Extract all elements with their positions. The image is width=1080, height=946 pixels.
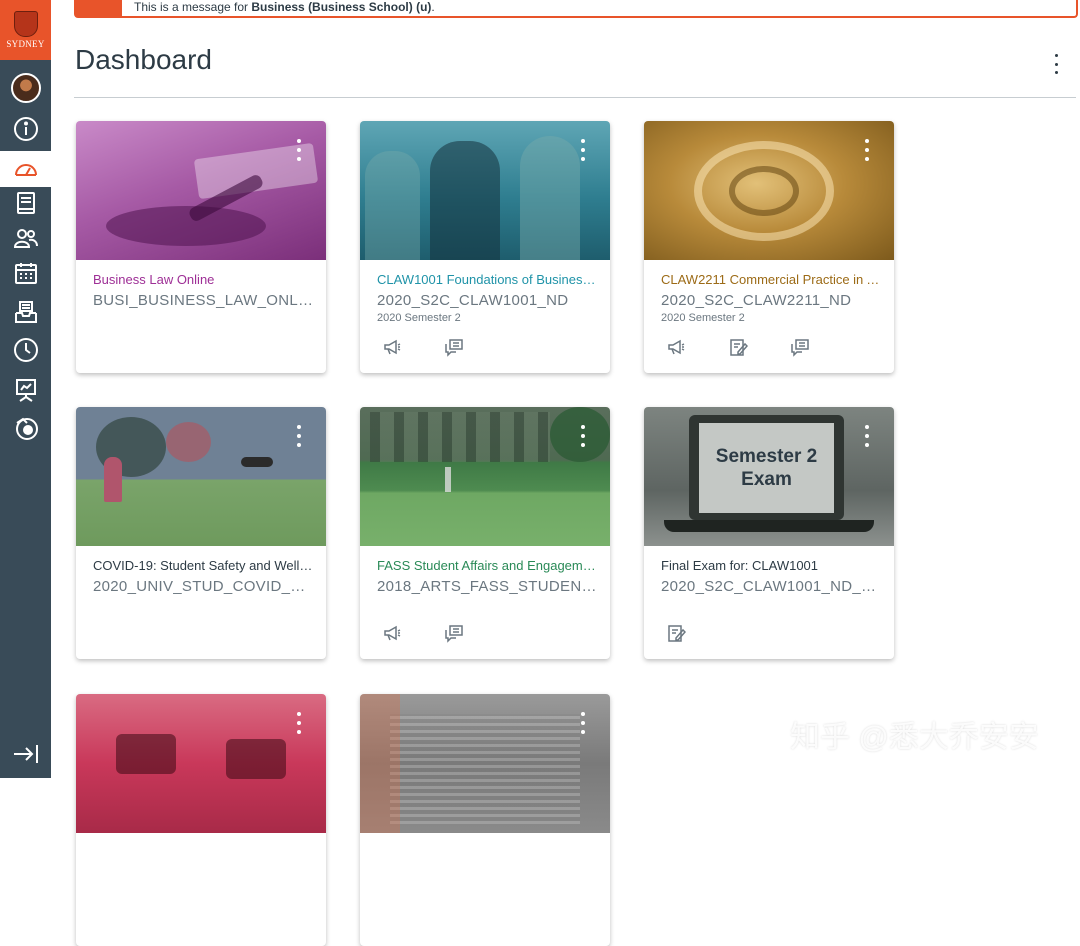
assignment-icon[interactable] [728, 337, 749, 357]
course-card[interactable] [76, 694, 326, 946]
banner-message-prefix: This is a message for [134, 0, 252, 14]
course-code: 2020_S2C_CLAW1001_ND [377, 292, 569, 309]
page-title: Dashboard [75, 44, 212, 75]
book-icon [16, 192, 35, 214]
logo-text: SYDNEY [6, 39, 45, 49]
course-card[interactable] [360, 694, 610, 946]
exam-screen: Semester 2 Exam [699, 423, 834, 513]
course-card-actions [666, 623, 728, 643]
course-term: 2020 Semester 2 [377, 312, 461, 324]
help-icon [15, 417, 38, 440]
course-card[interactable]: Business Law Online BUSI_BUSINESS_LAW_ON… [76, 121, 326, 373]
nav-dashboard[interactable] [0, 151, 51, 187]
announcement-icon[interactable] [382, 337, 402, 357]
banner-message-account: Business (Business School) (u) [251, 0, 432, 14]
course-code: 2020_S2C_CLAW1001_ND_FINAL [661, 578, 881, 595]
nav-admin[interactable] [0, 111, 51, 147]
course-card-image[interactable]: Semester 2 Exam [644, 407, 894, 546]
course-card-menu-button[interactable] [580, 139, 586, 161]
course-title-link[interactable]: Final Exam for: CLAW1001 [661, 558, 881, 573]
course-code: 2018_ARTS_FASS_STUDENT_AFFAIRS [377, 578, 597, 595]
course-code: 2020_UNIV_STUD_COVID_SAFETY [93, 578, 313, 595]
banner-message: This is a message for Business (Business… [134, 0, 435, 14]
course-title-link[interactable]: CLAW1001 Foundations of Business Law [377, 272, 597, 287]
discussion-icon[interactable] [790, 337, 810, 357]
dashboard-icon [14, 164, 37, 176]
banner-message-suffix: . [431, 0, 435, 14]
inbox-icon [14, 301, 37, 323]
course-card-image[interactable] [360, 407, 610, 546]
course-card-image[interactable] [76, 694, 326, 833]
collapse-arrow-icon [14, 745, 38, 763]
info-icon [13, 117, 38, 141]
course-card[interactable]: CLAW1001 Foundations of Business Law 202… [360, 121, 610, 373]
watermark: 知乎 @悉大乔安安 [790, 721, 1039, 754]
nav-inbox[interactable] [0, 294, 51, 330]
nav-courses[interactable] [0, 185, 51, 221]
presentation-icon [15, 379, 36, 402]
nav-calendar[interactable] [0, 255, 51, 291]
course-card-menu-button[interactable] [864, 425, 870, 447]
course-card[interactable]: CLAW2211 Commercial Practice in Australi… [644, 121, 894, 373]
global-announcement-banner: This is a message for Business (Business… [74, 0, 1078, 18]
banner-accent [76, 0, 122, 16]
course-card-menu-button[interactable] [296, 139, 302, 161]
course-card-menu-button[interactable] [580, 425, 586, 447]
nav-account[interactable] [0, 70, 51, 106]
assignment-icon[interactable] [666, 623, 687, 643]
course-title-link[interactable]: COVID-19: Student Safety and Wellbeing [93, 558, 313, 573]
course-card-menu-button[interactable] [296, 425, 302, 447]
course-card-actions [666, 337, 852, 357]
university-logo[interactable]: SYDNEY [0, 0, 51, 60]
course-code: 2020_S2C_CLAW2211_ND [661, 292, 852, 309]
course-card-menu-button[interactable] [296, 712, 302, 734]
course-card[interactable]: COVID-19: Student Safety and Wellbeing 2… [76, 407, 326, 659]
exam-screen-text: Semester 2 Exam [715, 446, 818, 490]
course-title-link[interactable]: Business Law Online [93, 272, 313, 287]
course-card-image[interactable] [644, 121, 894, 260]
crest-icon [13, 11, 38, 37]
collapse-nav-button[interactable] [12, 742, 40, 766]
discussion-icon[interactable] [444, 623, 464, 643]
course-title-link[interactable]: FASS Student Affairs and Engagement [377, 558, 597, 573]
dashboard-options-button[interactable] [1046, 52, 1066, 76]
course-card-actions [382, 623, 506, 643]
nav-commons[interactable] [0, 372, 51, 408]
course-title-link[interactable]: CLAW2211 Commercial Practice in Australi… [661, 272, 881, 287]
header-divider [74, 97, 1076, 98]
course-card-image[interactable] [76, 407, 326, 546]
course-card-menu-button[interactable] [580, 712, 586, 734]
nav-groups[interactable] [0, 220, 51, 256]
nav-history[interactable] [0, 332, 51, 368]
clock-icon [13, 338, 38, 362]
people-icon [13, 229, 38, 248]
course-card-image[interactable] [76, 121, 326, 260]
course-card-image[interactable] [360, 121, 610, 260]
course-card-menu-button[interactable] [864, 139, 870, 161]
announcement-icon[interactable] [666, 337, 686, 357]
course-code: BUSI_BUSINESS_LAW_ONLINE [93, 292, 313, 309]
nav-help[interactable] [0, 410, 51, 446]
course-term: 2020 Semester 2 [661, 312, 745, 324]
course-card[interactable]: FASS Student Affairs and Engagement 2018… [360, 407, 610, 659]
course-card-actions [382, 337, 506, 357]
avatar [10, 73, 41, 103]
global-navigation: SYDNEY [0, 0, 51, 778]
calendar-icon [14, 263, 37, 284]
discussion-icon[interactable] [444, 337, 464, 357]
course-card-image[interactable] [360, 694, 610, 833]
announcement-icon[interactable] [382, 623, 402, 643]
course-card[interactable]: Semester 2 Exam Final Exam for: CLAW1001… [644, 407, 894, 659]
